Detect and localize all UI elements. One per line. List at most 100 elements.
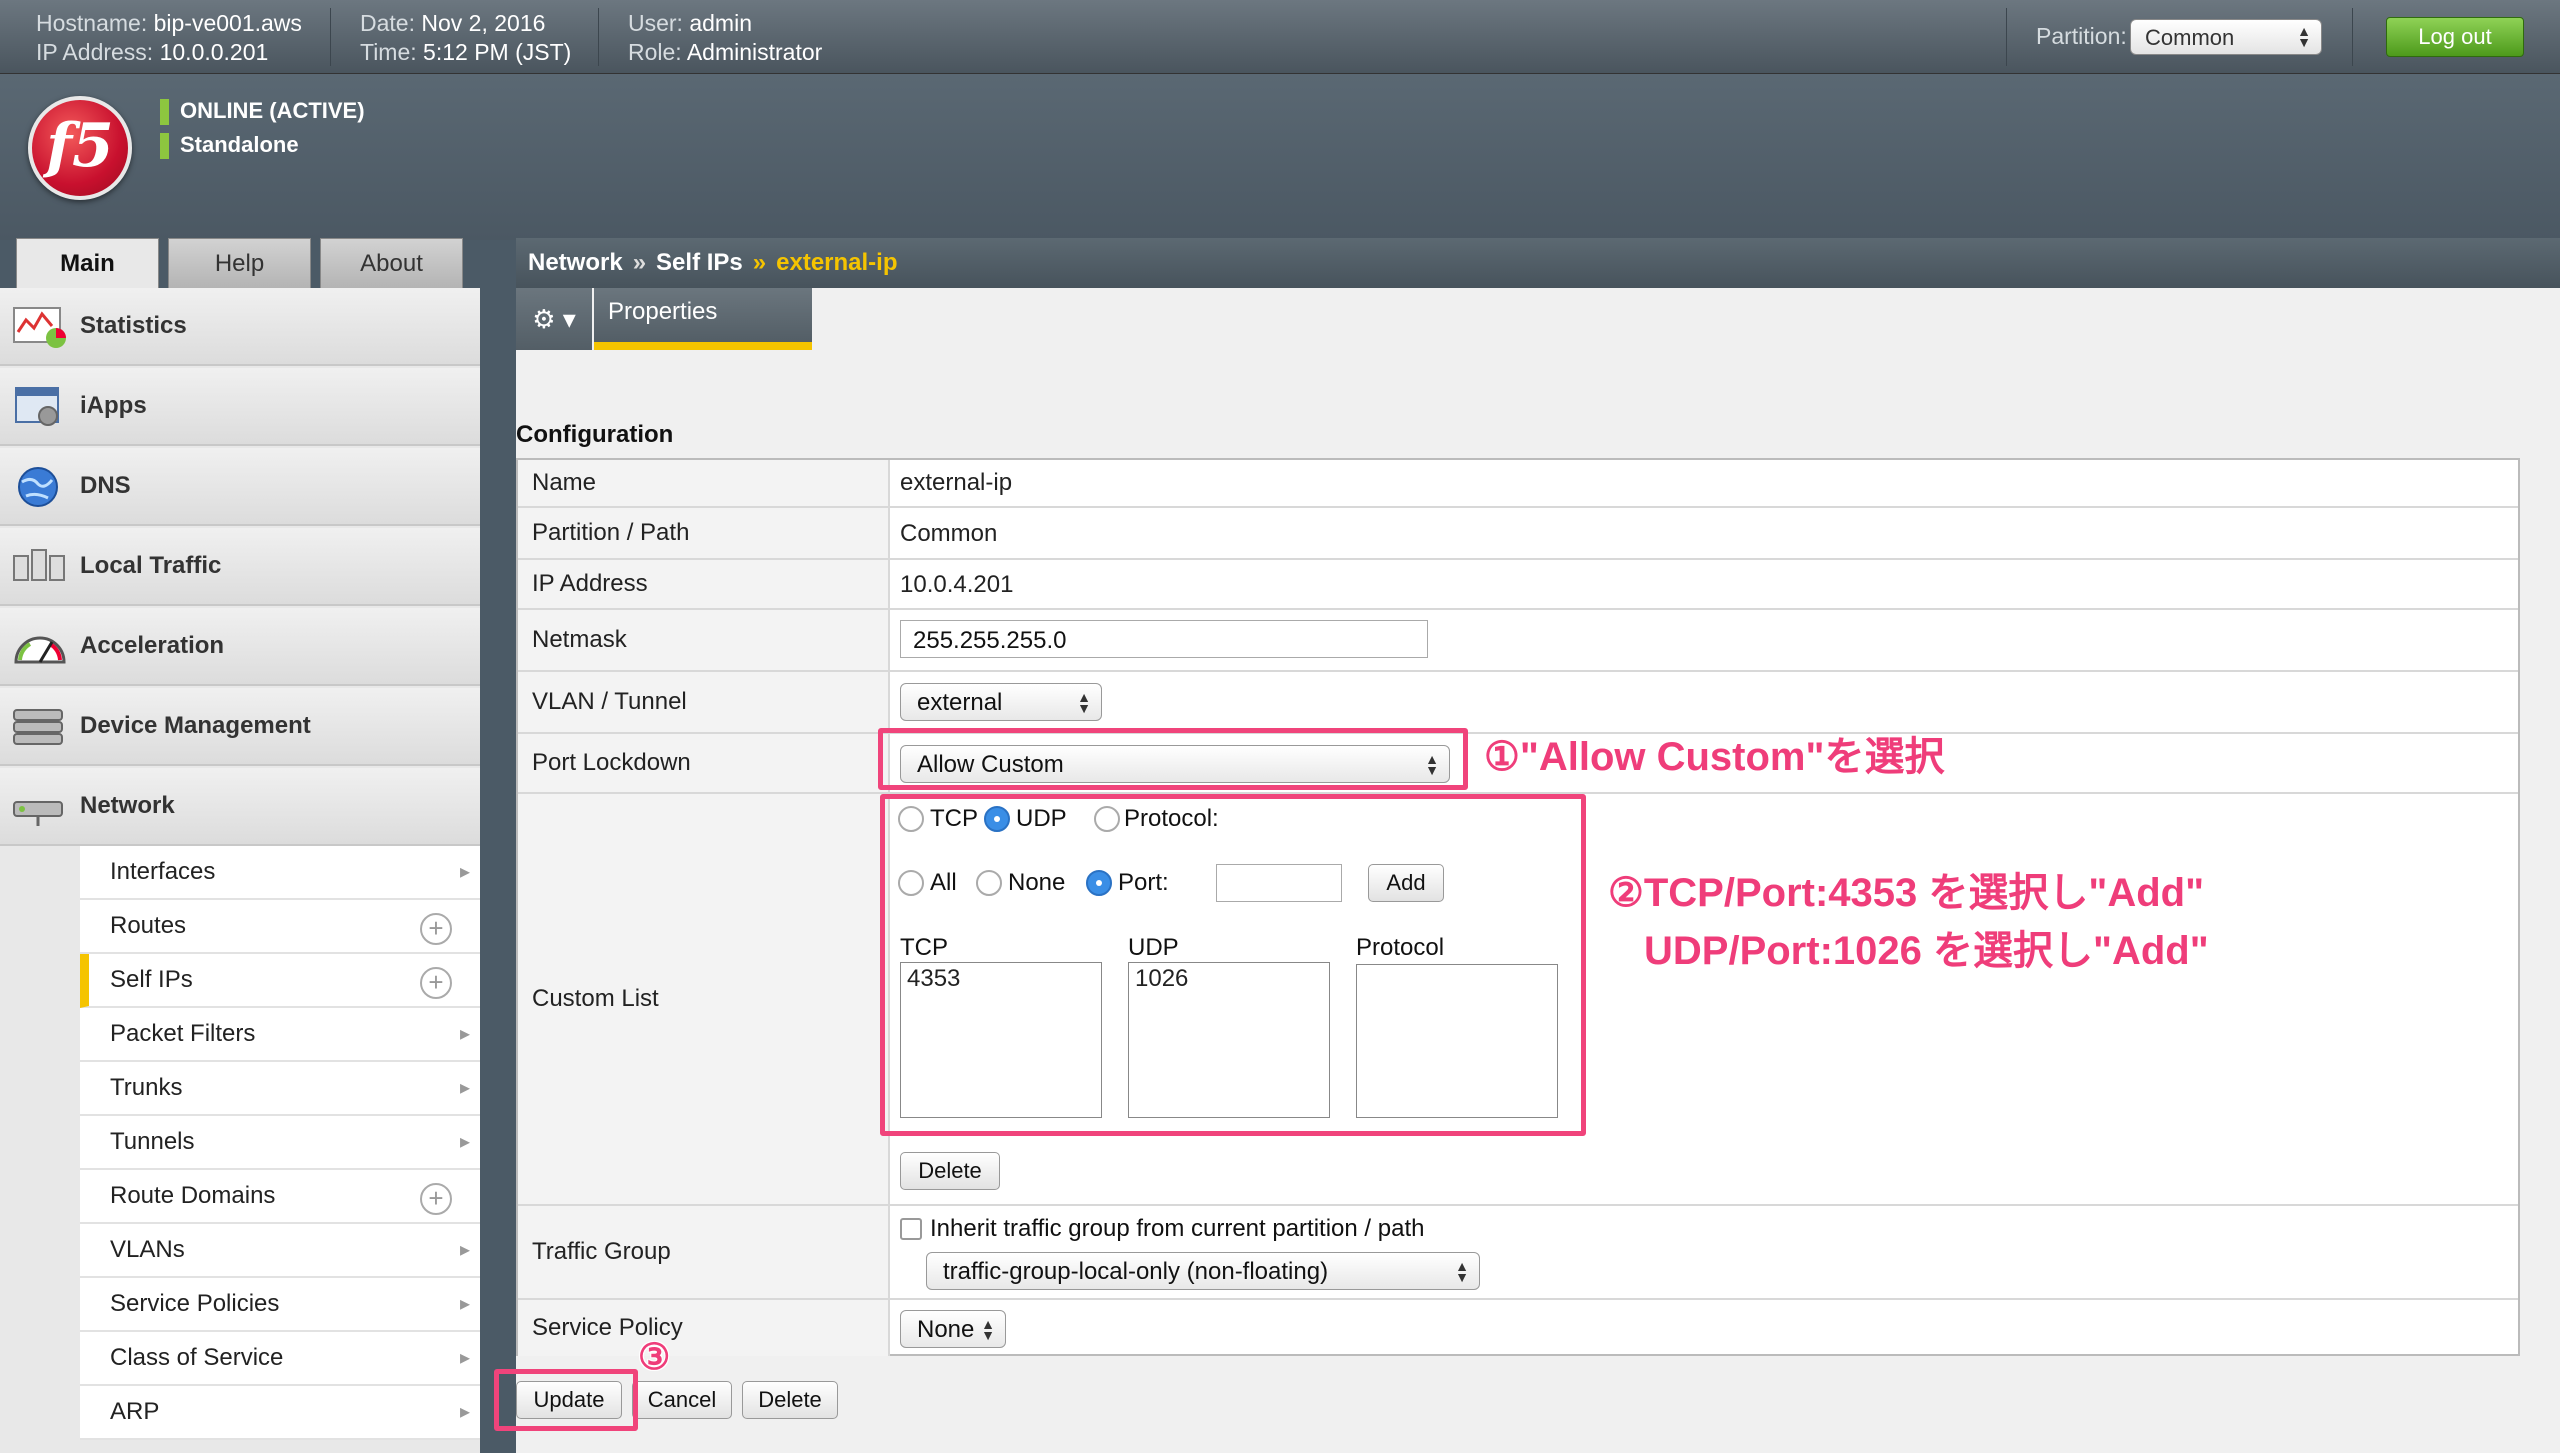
ip-label: IP Address: [36,39,154,65]
statistics-icon [13,307,66,348]
sub-item-label: Class of Service [110,1344,284,1371]
delete-entry-button[interactable]: Delete [900,1152,1000,1190]
row-ip-address: IP Address 10.0.4.201 [518,560,2518,610]
sub-item-packet-filters[interactable]: Packet Filters ▸ [80,1008,480,1062]
row-label: Partition / Path [518,508,890,558]
banner [0,74,2560,240]
sidebar-item-label: Device Management [80,712,311,739]
sidebar-item-device-management[interactable]: Device Management [0,688,480,766]
ip-value: 10.0.0.201 [159,39,269,65]
sub-item-label: Trunks [110,1074,183,1101]
annotation-step-3: ③ [638,1336,671,1377]
sub-item-interfaces[interactable]: Interfaces ▸ [80,846,480,900]
tab-properties[interactable]: Properties [594,288,812,350]
highlight-custom-list [880,794,1586,1136]
annotation-step-2: ②TCP/Port:4353 を選択し"Add" [1608,871,2205,915]
date-info: Date: Nov 2, 2016 Time: 5:12 PM (JST) [360,9,571,67]
vlan-select-value: external [917,689,1003,716]
sidebar-item-network[interactable]: Network [0,768,480,846]
status-mode: Standalone [160,132,299,159]
traffic-group-select[interactable]: traffic-group-local-only (non-floating) … [926,1252,1480,1290]
inherit-checkbox[interactable] [900,1218,922,1240]
service-policy-select[interactable]: None ▲ ▼ [900,1310,1006,1348]
vlan-select[interactable]: external ▲ ▼ [900,683,1102,721]
tab-about[interactable]: About [320,238,463,288]
divider [2352,8,2353,66]
sidebar-item-label: Local Traffic [80,552,222,579]
gear-icon[interactable]: ⚙ ▾ [516,288,592,350]
tab-main[interactable]: Main [16,238,159,290]
row-partition: Partition / Path Common [518,508,2518,560]
plus-circle-icon[interactable]: + [420,913,452,945]
f5-logo[interactable]: f5 [28,96,132,200]
highlight-update [494,1369,638,1431]
select-arrows-icon: ▲ ▼ [2297,23,2311,50]
sub-item-self-ips[interactable]: Self IPs + [80,954,480,1008]
sidebar-item-local-traffic[interactable]: Local Traffic [0,528,480,606]
iapps-icon [15,387,59,426]
highlight-port-lockdown [878,728,1468,790]
delete-button[interactable]: Delete [742,1381,838,1419]
sidebar-item-dns[interactable]: DNS [0,448,480,526]
globe-icon [18,467,58,507]
sidebar-item-label: iApps [80,392,147,419]
partition-select[interactable]: Common ▲ ▼ [2130,19,2322,55]
user-label: User: [628,10,683,36]
sub-item-label: Routes [110,912,187,939]
sub-item-trunks[interactable]: Trunks ▸ [80,1062,480,1116]
sub-item-label: Route Domains [110,1182,276,1209]
partition-select-value: Common [2145,25,2235,50]
row-label: IP Address [518,560,890,608]
sub-item-arp[interactable]: ARP ▸ [80,1386,480,1440]
row-label: Custom List [518,794,890,1204]
role-label: Role: [628,39,682,65]
device-icon [13,709,63,745]
annotation-step-1: ①"Allow Custom"を選択 [1484,735,1945,779]
chevron-right-icon: ▸ [459,861,470,883]
sidebar-item-iapps[interactable]: iApps [0,368,480,446]
partition-label: Partition: [2036,23,2127,49]
cancel-button[interactable]: Cancel [632,1381,732,1419]
plus-circle-icon[interactable]: + [420,1183,452,1215]
row-label: Service Policy [518,1300,890,1356]
sidebar-item-statistics[interactable]: Statistics [0,288,480,366]
breadcrumb-separator: » [752,249,767,276]
breadcrumb-network[interactable]: Network [528,249,623,276]
network-icon [13,801,63,826]
sub-item-label: Interfaces [110,858,216,885]
user-value: admin [689,10,752,36]
hostname-label: Hostname: [36,10,148,36]
role-value: Administrator [686,39,823,65]
sub-item-class-of-service[interactable]: Class of Service ▸ [80,1332,480,1386]
select-arrows-icon: ▲ ▼ [1077,689,1091,716]
sub-item-label: ARP [110,1398,160,1425]
row-netmask: Netmask 255.255.255.0 [518,610,2518,672]
sidebar-item-label: DNS [80,472,131,499]
traffic-group-value: traffic-group-local-only (non-floating) [943,1258,1329,1285]
netmask-input[interactable]: 255.255.255.0 [900,620,1428,658]
logout-button[interactable]: Log out [2386,17,2524,57]
plus-circle-icon[interactable]: + [420,967,452,999]
sub-item-tunnels[interactable]: Tunnels ▸ [80,1116,480,1170]
row-label: Port Lockdown [518,734,890,792]
chevron-right-icon: ▸ [459,1023,470,1045]
breadcrumb-separator: » [632,249,647,276]
sub-item-label: Self IPs [110,966,193,993]
row-label: Name [518,460,890,506]
sub-tabs: ⚙ ▾ Properties [516,288,2560,350]
breadcrumb-self-ips[interactable]: Self IPs [656,249,743,276]
sub-item-route-domains[interactable]: Route Domains + [80,1170,480,1224]
sub-item-label: Packet Filters [110,1020,256,1047]
sub-item-vlans[interactable]: VLANs ▸ [80,1224,480,1278]
sidebar-item-acceleration[interactable]: Acceleration [0,608,480,686]
sub-item-service-policies[interactable]: Service Policies ▸ [80,1278,480,1332]
sub-item-label: VLANs [110,1236,185,1263]
time-label: Time: [360,39,417,65]
sub-item-routes[interactable]: Routes + [80,900,480,954]
partition-value: Common [900,520,998,547]
tab-help[interactable]: Help [168,238,311,288]
row-service-policy: Service Policy None ▲ ▼ [518,1300,2518,1356]
section-title: Configuration [516,421,674,448]
chevron-right-icon: ▸ [459,1293,470,1315]
sub-item-label: Service Policies [110,1290,280,1317]
